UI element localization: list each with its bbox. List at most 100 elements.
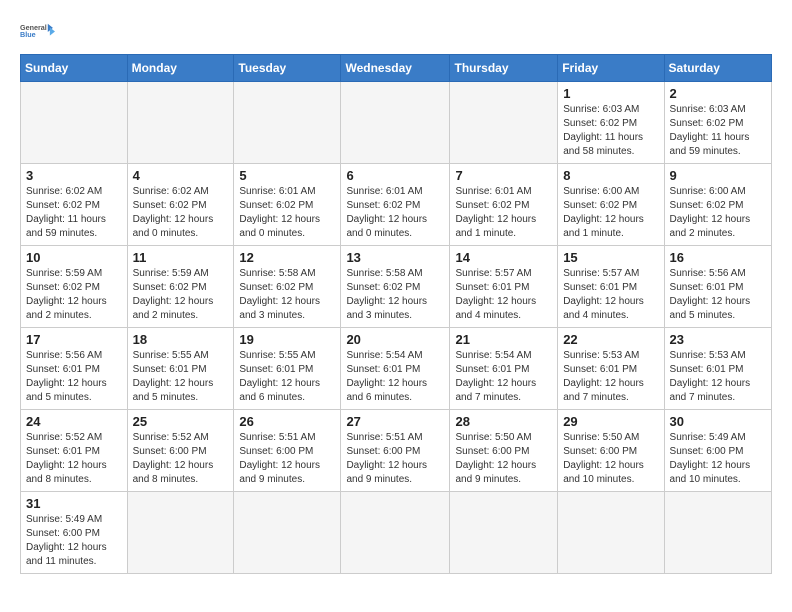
calendar-cell: 1 Sunrise: 6:03 AM Sunset: 6:02 PM Daylig… [558,82,664,164]
svg-text:Blue: Blue [20,30,36,39]
day-info: Sunrise: 6:03 AM Sunset: 6:02 PM Dayligh… [670,103,766,159]
day-number: 4 [133,168,229,183]
calendar-cell: 30Sunrise: 5:49 AM Sunset: 6:00 PM Dayli… [664,410,771,492]
calendar-week-5: 24 Sunrise: 5:52 AM Sunset: 6:01 PM Dayli… [21,410,772,492]
logo-icon: GeneralBlue [20,16,56,46]
day-number: 21 [455,332,552,347]
calendar-cell: 3 Sunrise: 6:02 AM Sunset: 6:02 PM Daylig… [21,164,128,246]
day-number: 19 [239,332,335,347]
day-number: 31 [26,496,122,511]
calendar-cell [127,82,234,164]
day-info: Sunrise: 5:51 AM Sunset: 6:00 PM Dayligh… [239,431,335,487]
calendar-cell: 13Sunrise: 5:58 AM Sunset: 6:02 PM Dayli… [341,246,450,328]
day-info: Sunrise: 5:50 AM Sunset: 6:00 PM Dayligh… [455,431,552,487]
calendar-header-row: SundayMondayTuesdayWednesdayThursdayFrid… [21,55,772,82]
day-info: Sunrise: 5:55 AM Sunset: 6:01 PM Dayligh… [239,349,335,405]
day-info: Sunrise: 5:55 AM Sunset: 6:01 PM Dayligh… [133,349,229,405]
calendar-week-4: 17Sunrise: 5:56 AM Sunset: 6:01 PM Dayli… [21,328,772,410]
calendar-cell: 22 Sunrise: 5:53 AM Sunset: 6:01 PM Dayli… [558,328,664,410]
day-info: Sunrise: 5:50 AM Sunset: 6:00 PM Dayligh… [563,431,658,487]
calendar-cell: 10Sunrise: 5:59 AM Sunset: 6:02 PM Dayli… [21,246,128,328]
column-header-thursday: Thursday [450,55,558,82]
calendar-cell: 29 Sunrise: 5:50 AM Sunset: 6:00 PM Dayli… [558,410,664,492]
day-info: Sunrise: 5:52 AM Sunset: 6:01 PM Dayligh… [26,431,122,487]
column-header-sunday: Sunday [21,55,128,82]
day-number: 15 [563,250,658,265]
day-number: 1 [563,86,658,101]
day-info: Sunrise: 5:49 AM Sunset: 6:00 PM Dayligh… [26,513,122,569]
day-info: Sunrise: 5:53 AM Sunset: 6:01 PM Dayligh… [670,349,766,405]
day-number: 30 [670,414,766,429]
calendar-cell: 19 Sunrise: 5:55 AM Sunset: 6:01 PM Dayli… [234,328,341,410]
calendar-week-2: 3 Sunrise: 6:02 AM Sunset: 6:02 PM Daylig… [21,164,772,246]
day-number: 8 [563,168,658,183]
calendar-cell: 6 Sunrise: 6:01 AM Sunset: 6:02 PM Daylig… [341,164,450,246]
day-info: Sunrise: 5:58 AM Sunset: 6:02 PM Dayligh… [239,267,335,323]
logo: GeneralBlue [20,16,56,46]
column-header-saturday: Saturday [664,55,771,82]
calendar-cell: 15 Sunrise: 5:57 AM Sunset: 6:01 PM Dayli… [558,246,664,328]
calendar-week-1: 1 Sunrise: 6:03 AM Sunset: 6:02 PM Daylig… [21,82,772,164]
day-number: 10 [26,250,122,265]
calendar-cell [234,492,341,574]
calendar-body: 1 Sunrise: 6:03 AM Sunset: 6:02 PM Daylig… [21,82,772,574]
day-info: Sunrise: 5:56 AM Sunset: 6:01 PM Dayligh… [670,267,766,323]
day-number: 13 [346,250,444,265]
day-info: Sunrise: 6:02 AM Sunset: 6:02 PM Dayligh… [26,185,122,241]
calendar-cell [341,492,450,574]
calendar-cell [450,492,558,574]
calendar-cell: 16Sunrise: 5:56 AM Sunset: 6:01 PM Dayli… [664,246,771,328]
column-header-wednesday: Wednesday [341,55,450,82]
day-number: 17 [26,332,122,347]
day-number: 24 [26,414,122,429]
calendar-cell: 25Sunrise: 5:52 AM Sunset: 6:00 PM Dayli… [127,410,234,492]
calendar-cell: 5 Sunrise: 6:01 AM Sunset: 6:02 PM Daylig… [234,164,341,246]
calendar-cell: 20Sunrise: 5:54 AM Sunset: 6:01 PM Dayli… [341,328,450,410]
day-info: Sunrise: 6:01 AM Sunset: 6:02 PM Dayligh… [239,185,335,241]
day-info: Sunrise: 5:51 AM Sunset: 6:00 PM Dayligh… [346,431,444,487]
day-info: Sunrise: 5:53 AM Sunset: 6:01 PM Dayligh… [563,349,658,405]
calendar-cell [450,82,558,164]
calendar-cell [127,492,234,574]
calendar-cell: 2Sunrise: 6:03 AM Sunset: 6:02 PM Daylig… [664,82,771,164]
day-info: Sunrise: 6:01 AM Sunset: 6:02 PM Dayligh… [346,185,444,241]
calendar-cell [558,492,664,574]
day-number: 5 [239,168,335,183]
column-header-friday: Friday [558,55,664,82]
day-number: 3 [26,168,122,183]
calendar-cell: 11Sunrise: 5:59 AM Sunset: 6:02 PM Dayli… [127,246,234,328]
calendar-cell: 24 Sunrise: 5:52 AM Sunset: 6:01 PM Dayli… [21,410,128,492]
day-info: Sunrise: 5:57 AM Sunset: 6:01 PM Dayligh… [563,267,658,323]
calendar-cell: 28 Sunrise: 5:50 AM Sunset: 6:00 PM Dayli… [450,410,558,492]
day-info: Sunrise: 5:57 AM Sunset: 6:01 PM Dayligh… [455,267,552,323]
day-info: Sunrise: 5:59 AM Sunset: 6:02 PM Dayligh… [133,267,229,323]
calendar-cell: 8Sunrise: 6:00 AM Sunset: 6:02 PM Daylig… [558,164,664,246]
calendar-cell: 21 Sunrise: 5:54 AM Sunset: 6:01 PM Dayli… [450,328,558,410]
day-info: Sunrise: 6:03 AM Sunset: 6:02 PM Dayligh… [563,103,658,159]
calendar-week-6: 31 Sunrise: 5:49 AM Sunset: 6:00 PM Dayli… [21,492,772,574]
day-number: 9 [670,168,766,183]
day-info: Sunrise: 6:00 AM Sunset: 6:02 PM Dayligh… [670,185,766,241]
day-info: Sunrise: 6:01 AM Sunset: 6:02 PM Dayligh… [455,185,552,241]
day-number: 23 [670,332,766,347]
calendar-cell [21,82,128,164]
day-number: 29 [563,414,658,429]
day-number: 6 [346,168,444,183]
day-number: 14 [455,250,552,265]
calendar-cell: 26 Sunrise: 5:51 AM Sunset: 6:00 PM Dayli… [234,410,341,492]
day-number: 27 [346,414,444,429]
day-number: 22 [563,332,658,347]
calendar-cell: 27 Sunrise: 5:51 AM Sunset: 6:00 PM Dayli… [341,410,450,492]
day-number: 26 [239,414,335,429]
calendar-cell: 9 Sunrise: 6:00 AM Sunset: 6:02 PM Daylig… [664,164,771,246]
calendar-cell: 17Sunrise: 5:56 AM Sunset: 6:01 PM Dayli… [21,328,128,410]
day-number: 12 [239,250,335,265]
page-header: GeneralBlue [20,16,772,46]
day-number: 28 [455,414,552,429]
calendar-cell: 7Sunrise: 6:01 AM Sunset: 6:02 PM Daylig… [450,164,558,246]
day-info: Sunrise: 6:02 AM Sunset: 6:02 PM Dayligh… [133,185,229,241]
calendar-cell: 18 Sunrise: 5:55 AM Sunset: 6:01 PM Dayli… [127,328,234,410]
day-number: 18 [133,332,229,347]
day-info: Sunrise: 5:52 AM Sunset: 6:00 PM Dayligh… [133,431,229,487]
day-info: Sunrise: 5:54 AM Sunset: 6:01 PM Dayligh… [455,349,552,405]
